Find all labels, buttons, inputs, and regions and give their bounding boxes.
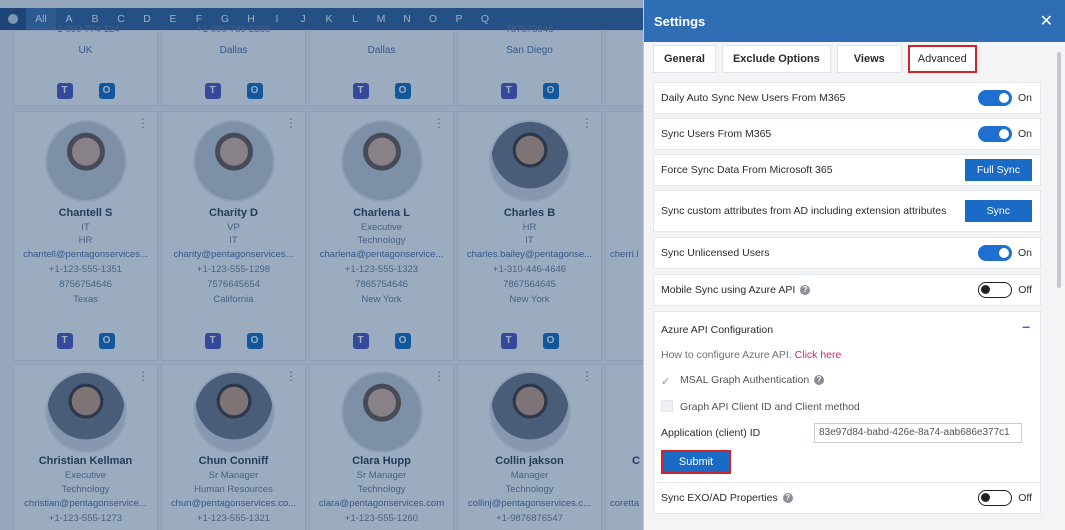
setting-label: Sync Unlicensed Users bbox=[661, 247, 770, 259]
setting-label: Sync EXO/AD Properties bbox=[661, 492, 778, 504]
msal-label: MSAL Graph Authentication bbox=[680, 374, 810, 386]
tab-views[interactable]: Views bbox=[836, 45, 902, 73]
setting-mobile-sync: Mobile Sync using Azure API ? Off bbox=[653, 274, 1041, 306]
setting-sync-unlicensed: Sync Unlicensed Users On bbox=[653, 237, 1041, 269]
settings-panel: Settings ✕ General Exclude Options Views… bbox=[643, 0, 1065, 530]
setting-daily-auto-sync: Daily Auto Sync New Users From M365 On bbox=[653, 82, 1041, 114]
setting-label: Daily Auto Sync New Users From M365 bbox=[661, 92, 846, 104]
checkmark-icon[interactable]: ✓ bbox=[661, 376, 673, 388]
close-icon[interactable]: ✕ bbox=[1040, 11, 1053, 31]
tab-exclude-options[interactable]: Exclude Options bbox=[721, 45, 831, 73]
setting-sync-custom-attributes: Sync custom attributes from AD including… bbox=[653, 190, 1041, 232]
client-id-input[interactable]: 83e97d84-babd-426e-8a74-aab686e377c1 bbox=[814, 423, 1022, 443]
sync-unlicensed-toggle[interactable] bbox=[977, 245, 1012, 261]
modal-overlay[interactable] bbox=[0, 0, 643, 530]
tab-general[interactable]: General bbox=[653, 45, 716, 73]
toggle-state: On bbox=[1017, 92, 1032, 104]
section-title: Azure API Configuration bbox=[661, 324, 774, 336]
toggle-state: Off bbox=[1018, 492, 1032, 504]
checkbox[interactable] bbox=[661, 400, 673, 412]
setting-label: Mobile Sync using Azure API bbox=[661, 284, 796, 296]
full-sync-button[interactable]: Full Sync bbox=[964, 159, 1032, 181]
mobile-sync-toggle[interactable] bbox=[978, 282, 1013, 298]
msal-option[interactable]: ✓ MSAL Graph Authentication ? bbox=[661, 374, 825, 388]
setting-label: Sync custom attributes from AD including… bbox=[661, 205, 947, 217]
help-icon[interactable]: ? bbox=[782, 493, 793, 503]
setting-label: Sync Users From M365 bbox=[661, 128, 772, 140]
sync-exo-toggle[interactable] bbox=[978, 490, 1013, 506]
scrollbar[interactable] bbox=[1057, 52, 1061, 288]
graph-api-option[interactable]: Graph API Client ID and Client method bbox=[661, 400, 860, 413]
help-icon[interactable]: ? bbox=[800, 285, 811, 295]
help-icon[interactable]: ? bbox=[814, 375, 825, 385]
client-id-label: Application (client) ID bbox=[661, 427, 761, 439]
setting-force-sync: Force Sync Data From Microsoft 365 Full … bbox=[653, 154, 1041, 186]
settings-title: Settings bbox=[654, 13, 706, 29]
click-here-link[interactable]: Click here bbox=[795, 349, 842, 361]
azure-howto: How to configure Azure API. Click here bbox=[661, 349, 841, 361]
graph-api-label: Graph API Client ID and Client method bbox=[680, 401, 860, 413]
daily-sync-toggle[interactable] bbox=[977, 90, 1012, 106]
collapse-icon[interactable]: – bbox=[1022, 318, 1030, 334]
setting-label: Force Sync Data From Microsoft 365 bbox=[661, 164, 833, 176]
sync-users-toggle[interactable] bbox=[977, 126, 1012, 142]
settings-header: Settings ✕ bbox=[644, 0, 1065, 42]
toggle-state: On bbox=[1017, 128, 1032, 140]
sync-button[interactable]: Sync bbox=[964, 200, 1032, 222]
submit-button[interactable]: Submit bbox=[661, 450, 731, 474]
setting-sync-users: Sync Users From M365 On bbox=[653, 118, 1041, 150]
settings-tabs: General Exclude Options Views Advanced bbox=[653, 45, 977, 73]
howto-text: How to configure Azure API. bbox=[661, 349, 792, 361]
setting-sync-exo-ad: Sync EXO/AD Properties ? Off bbox=[653, 482, 1041, 514]
toggle-state: On bbox=[1017, 247, 1032, 259]
toggle-state: Off bbox=[1018, 284, 1032, 296]
azure-api-configuration-section: Azure API Configuration – How to configu… bbox=[653, 311, 1041, 487]
tab-advanced[interactable]: Advanced bbox=[907, 45, 977, 73]
